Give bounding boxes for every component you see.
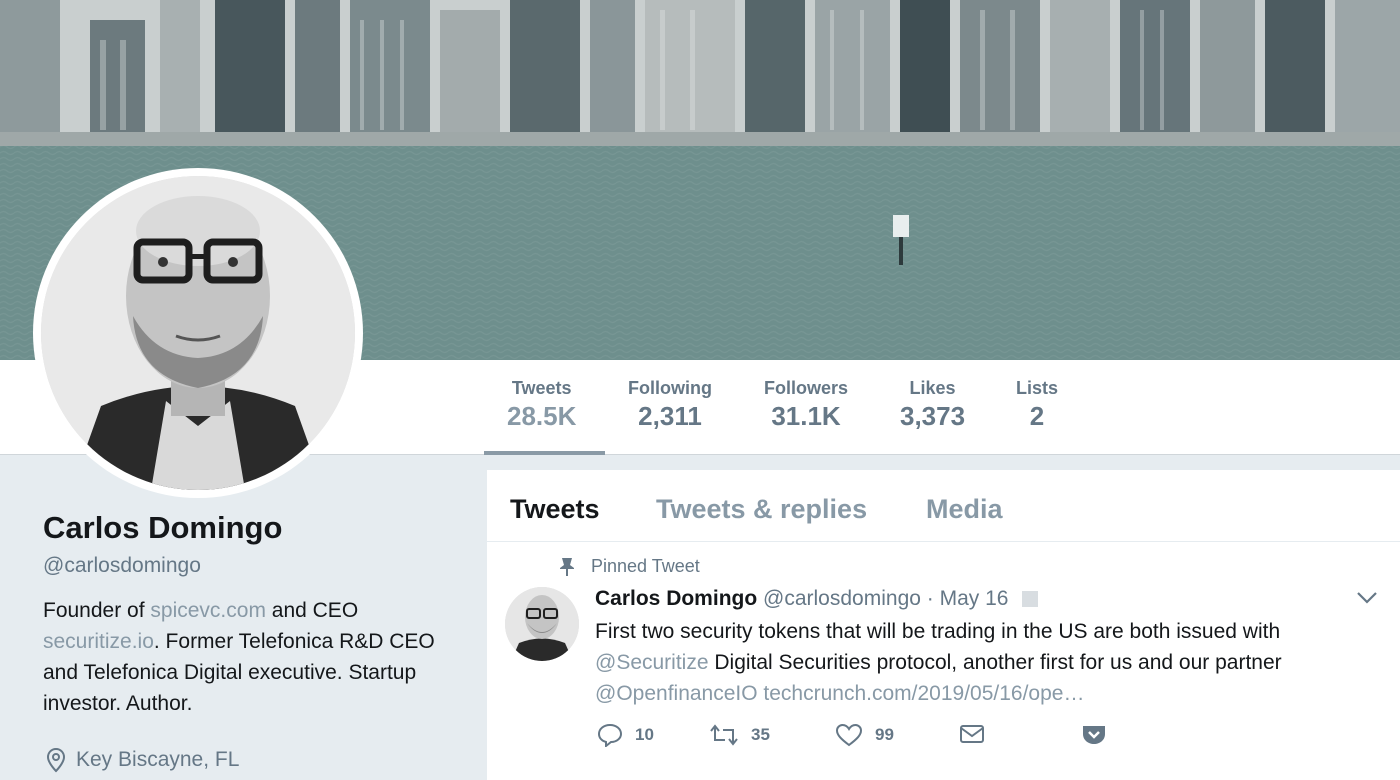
nav-likes[interactable]: Likes 3,373 [900, 378, 965, 432]
nav-followers-label: Followers [764, 378, 849, 398]
pinned-text: Pinned Tweet [591, 556, 700, 576]
reply-count: 10 [635, 725, 654, 744]
profile-bio: Founder of spicevc.com and CEO securitiz… [43, 595, 463, 719]
tab-tweets-replies[interactable]: Tweets & replies [656, 494, 867, 525]
location-text: Key Biscayne, FL [76, 748, 240, 771]
pinned-tweet[interactable]: Pinned Tweet Carlos Domingo @carlosdomin… [487, 543, 1400, 780]
nav-tweets[interactable]: Tweets 28.5K [507, 378, 576, 432]
tweet-link[interactable]: techcrunch.com/2019/05/16/ope… [763, 682, 1084, 705]
tweet-text-2: Digital Securities protocol, another fir… [708, 651, 1282, 674]
like-button[interactable]: 99 [835, 723, 894, 747]
chevron-down-icon[interactable] [1356, 591, 1378, 605]
bio-text-2: and CEO [265, 599, 359, 622]
nav-lists-label: Lists [1016, 378, 1059, 398]
bio-link-spicevc[interactable]: spicevc.com [150, 599, 266, 622]
pocket-button[interactable] [1081, 723, 1119, 747]
timeline-tabs: Tweets Tweets & replies Media [487, 470, 1400, 542]
mention-securitize[interactable]: @Securitize [595, 651, 709, 674]
nav-likes-count: 3,373 [900, 401, 966, 431]
nav-following-count: 2,311 [638, 401, 702, 431]
timeline: Tweets Tweets & replies Media Pinned Twe… [487, 470, 1400, 780]
tweet-author-name[interactable]: Carlos Domingo [595, 587, 757, 610]
profile-handle: @carlosdomingo [43, 554, 201, 577]
tweet-author-handle[interactable]: @carlosdomingo [763, 587, 921, 610]
envelope-icon [960, 725, 984, 743]
tab-tweets[interactable]: Tweets [510, 494, 600, 525]
tweet-date[interactable]: · May 16 [927, 587, 1009, 610]
reply-button[interactable]: 10 [597, 723, 654, 747]
tweet-text: First two security tokens that will be t… [595, 616, 1355, 709]
nav-likes-label: Likes [909, 378, 956, 398]
nav-lists[interactable]: Lists 2 [1016, 378, 1058, 432]
bio-link-securitize[interactable]: securitize.io [43, 630, 154, 653]
bio-text-1: Founder of [43, 599, 151, 622]
nav-followers[interactable]: Followers 31.1K [764, 378, 848, 432]
nav-tweets-count: 28.5K [507, 401, 577, 431]
heart-icon [835, 723, 863, 747]
profile-location: Key Biscayne, FL [45, 747, 239, 773]
image-placeholder-icon [1022, 591, 1039, 607]
nav-followers-count: 31.1K [771, 401, 841, 431]
nav-following-label: Following [628, 378, 712, 398]
direct-message-button[interactable] [959, 723, 997, 745]
map-pin-icon [46, 747, 66, 773]
nav-tweets-label: Tweets [511, 378, 572, 398]
like-count: 99 [875, 725, 894, 744]
reply-icon [597, 723, 623, 747]
retweet-button[interactable]: 35 [709, 723, 770, 747]
retweet-count: 35 [751, 725, 770, 744]
nav-lists-count: 2 [1029, 401, 1045, 431]
retweet-icon [710, 724, 738, 746]
pocket-icon [1083, 726, 1105, 744]
pinned-label: Pinned Tweet [559, 556, 700, 577]
tweet-actions: 10 35 99 [597, 723, 1157, 753]
tweet-header: Carlos Domingo @carlosdomingo · May 16 [595, 587, 1039, 611]
nav-following[interactable]: Following 2,311 [628, 378, 712, 432]
active-tab-indicator [484, 451, 605, 455]
tab-media[interactable]: Media [926, 494, 1003, 525]
profile-avatar[interactable] [41, 176, 355, 490]
profile-card: Carlos Domingo @carlosdomingo Founder of… [43, 510, 463, 719]
profile-name: Carlos Domingo [43, 510, 283, 545]
mention-openfinanceio[interactable]: @OpenfinanceIO [595, 682, 758, 705]
pushpin-icon [560, 557, 574, 576]
tweet-avatar[interactable] [505, 587, 579, 661]
tweet-text-1: First two security tokens that will be t… [595, 620, 1281, 643]
